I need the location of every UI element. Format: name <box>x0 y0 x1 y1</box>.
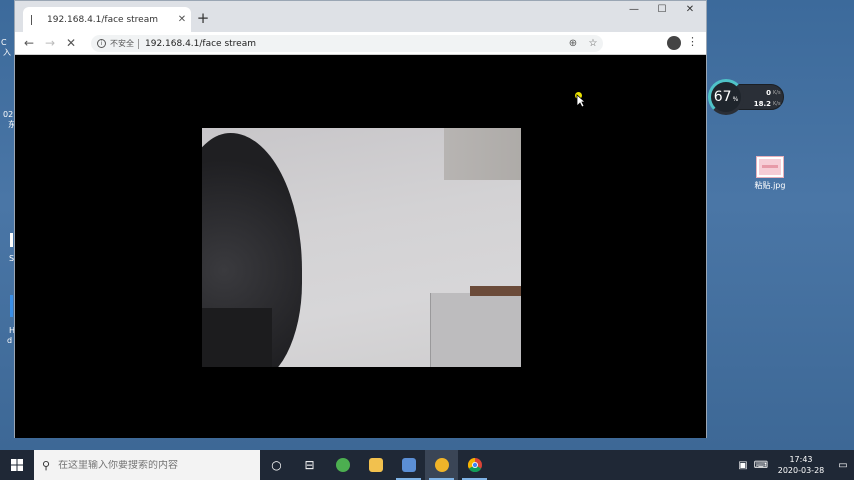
upload-unit: K/s <box>773 90 781 96</box>
back-arrow-icon[interactable]: ← <box>21 36 37 50</box>
tab-face-stream[interactable]: 192.168.4.1/face stream ✕ <box>23 7 191 32</box>
clock[interactable]: 17:43 2020-03-28 <box>770 454 832 476</box>
chrome-icon[interactable] <box>458 450 491 480</box>
loading-favicon-icon <box>31 14 39 25</box>
app-serial-tool-icon[interactable] <box>425 450 458 480</box>
download-value: 18.2 <box>753 100 771 108</box>
forward-arrow-icon[interactable]: → <box>42 36 58 50</box>
stop-loading-icon[interactable]: ✕ <box>63 36 79 50</box>
desktop-label-3[interactable]: 02 <box>3 110 13 120</box>
app-editor-icon[interactable] <box>392 450 425 480</box>
desktop-label-1[interactable]: C <box>1 38 7 48</box>
camera-stream-image <box>202 128 521 367</box>
maximize-icon[interactable]: ☐ <box>647 4 677 15</box>
image-file-label[interactable]: 粘贴.jpg <box>744 180 796 191</box>
taskbar-search[interactable]: ⚲ <box>34 450 260 480</box>
info-icon[interactable]: i <box>97 39 106 48</box>
clock-time: 17:43 <box>789 455 813 464</box>
image-file-icon[interactable] <box>756 156 784 178</box>
address-bar[interactable]: i 不安全 192.168.4.1/face stream ⊕ ☆ <box>91 35 603 52</box>
tab-close-icon[interactable]: ✕ <box>173 14 191 25</box>
desktop-label-7[interactable]: d <box>7 336 12 346</box>
upload-value: 0 <box>766 89 771 97</box>
tab-title: 192.168.4.1/face stream <box>47 14 158 25</box>
network-icon[interactable]: ▣ <box>734 460 752 471</box>
search-icon: ⚲ <box>42 458 51 472</box>
ime-icon[interactable]: ⌨ <box>752 460 770 471</box>
memory-usage-ring: 67% <box>708 79 744 115</box>
system-tray: ▣ ⌨ 17:43 2020-03-28 ▭ <box>734 450 854 480</box>
taskbar: ⚲ ○ ⊟ ▣ ⌨ 17:43 2020-03-28 ▭ <box>0 450 854 480</box>
address-separator <box>138 38 139 49</box>
start-windows-icon[interactable] <box>0 450 34 480</box>
file-explorer-icon[interactable] <box>359 450 392 480</box>
browser-window: 192.168.4.1/face stream ✕ + — ☐ ✕ ← → ✕ … <box>14 0 707 438</box>
app-green-icon[interactable] <box>326 450 359 480</box>
notification-icon[interactable]: ▭ <box>832 460 854 471</box>
security-label[interactable]: 不安全 <box>110 38 134 49</box>
kebab-menu-icon[interactable]: ⋮ <box>687 35 698 48</box>
tab-strip: 192.168.4.1/face stream ✕ + — ☐ ✕ <box>15 1 706 32</box>
account-avatar-icon[interactable] <box>667 36 681 50</box>
browser-toolbar: ← → ✕ i 不安全 192.168.4.1/face stream ⊕ ☆ … <box>15 32 706 55</box>
memory-percent: 67 <box>713 89 732 105</box>
desktop-icon-fragment-2[interactable] <box>10 295 13 317</box>
task-view-icon[interactable]: ⊟ <box>293 450 326 480</box>
cortana-icon[interactable]: ○ <box>260 450 293 480</box>
desktop-label-2[interactable]: 入 <box>3 48 11 58</box>
desktop-icon-fragment[interactable] <box>10 233 13 247</box>
minimize-icon[interactable]: — <box>619 4 649 15</box>
bookmark-star-icon[interactable]: ☆ <box>583 38 603 49</box>
zoom-icon[interactable]: ⊕ <box>563 38 583 49</box>
taskbar-search-input[interactable] <box>58 459 239 471</box>
url-text[interactable]: 192.168.4.1/face stream <box>145 39 563 49</box>
memory-percent-unit: % <box>732 96 739 103</box>
download-unit: K/s <box>773 101 781 107</box>
close-window-icon[interactable]: ✕ <box>675 4 705 15</box>
page-viewport <box>15 56 706 438</box>
network-monitor-widget[interactable]: ▲ 0 K/s ▼ 18.2 K/s 67% <box>708 79 785 115</box>
new-tab-button[interactable]: + <box>193 9 213 27</box>
clock-date: 2020-03-28 <box>777 466 825 475</box>
